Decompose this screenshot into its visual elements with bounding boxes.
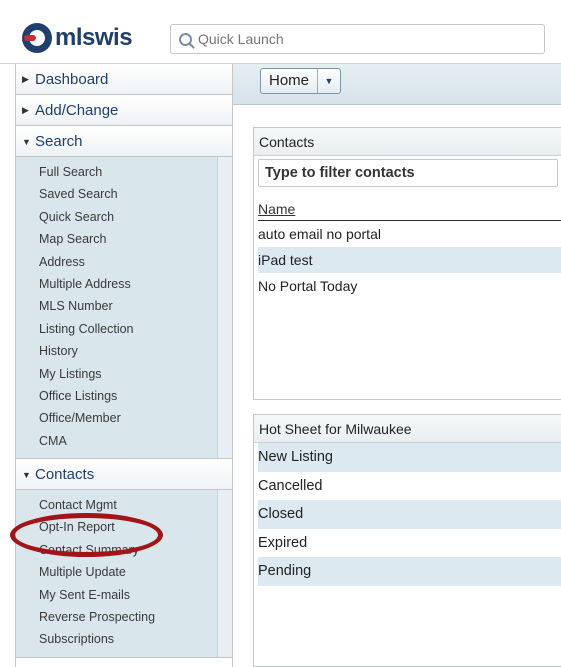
nav-item-subscriptions[interactable]: Subscriptions: [16, 628, 232, 650]
hotsheet-row[interactable]: Expired: [258, 529, 561, 558]
contact-row[interactable]: No Portal Today: [258, 273, 561, 299]
home-button-label: Home: [261, 69, 319, 93]
caret-down-icon: ▼: [22, 469, 31, 480]
nav-item-listing-collection[interactable]: Listing Collection: [16, 318, 232, 340]
nav-item-saved-search[interactable]: Saved Search: [16, 183, 232, 205]
caret-down-icon: ▼: [22, 136, 31, 147]
nav-contacts[interactable]: ▼ Contacts: [16, 459, 232, 491]
name-column-header[interactable]: Name: [258, 201, 561, 221]
contact-row[interactable]: auto email no portal: [258, 221, 561, 247]
home-button[interactable]: Home ▼: [260, 68, 342, 94]
nav-search[interactable]: ▼ Search: [16, 126, 232, 157]
nav-add-change[interactable]: ▶ Add/Change: [16, 95, 232, 126]
nav-item-cma[interactable]: CMA: [16, 430, 232, 452]
hotsheet-panel: Hot Sheet for Milwaukee New Listing Canc…: [253, 414, 561, 667]
nav-item-full-search[interactable]: Full Search: [16, 161, 232, 183]
nav-contacts-label: Contacts: [35, 466, 95, 484]
nav-item-opt-in-report[interactable]: Opt-In Report: [16, 516, 232, 538]
sidebar: ▶ Dashboard ▶ Add/Change ▼ Search Full S…: [15, 64, 233, 667]
nav-item-history[interactable]: History: [16, 340, 232, 362]
nav-dashboard[interactable]: ▶ Dashboard: [16, 64, 232, 95]
search-menu: Full Search Saved Search Quick Search Ma…: [16, 157, 232, 460]
nav-add-change-label: Add/Change: [35, 102, 119, 119]
hotsheet-row[interactable]: New Listing: [258, 443, 561, 472]
nav-item-multiple-address[interactable]: Multiple Address: [16, 273, 232, 295]
hotsheet-panel-title: Hot Sheet for Milwaukee: [254, 415, 561, 443]
caret-right-icon: ▶: [22, 74, 29, 84]
nav-search-label: Search: [35, 133, 83, 150]
contacts-panel: Contacts Type to filter contacts Name au…: [253, 127, 561, 400]
contacts-menu: Contact Mgmt Opt-In Report Contact Summa…: [16, 490, 232, 658]
logo-icon: [22, 23, 52, 53]
nav-dashboard-label: Dashboard: [35, 71, 109, 88]
caret-right-icon: ▶: [22, 105, 29, 115]
quick-launch[interactable]: [170, 24, 545, 54]
chevron-down-icon[interactable]: ▼: [318, 69, 340, 93]
logo[interactable]: mlswis: [22, 22, 133, 54]
nav-item-my-listings[interactable]: My Listings: [16, 363, 232, 385]
top-bar: mlswis: [0, 0, 561, 64]
hotsheet-row[interactable]: Pending: [258, 557, 561, 586]
nav-item-office-member[interactable]: Office/Member: [16, 407, 232, 429]
nav-item-multiple-update[interactable]: Multiple Update: [16, 561, 232, 583]
hotsheet-row[interactable]: Cancelled: [258, 472, 561, 501]
contacts-panel-title: Contacts: [254, 128, 561, 156]
nav-item-reverse-prospecting[interactable]: Reverse Prospecting: [16, 606, 232, 628]
hotsheet-row[interactable]: Closed: [258, 500, 561, 529]
nav-item-office-listings[interactable]: Office Listings: [16, 385, 232, 407]
logo-text: mlswis: [55, 24, 133, 51]
search-icon: [179, 32, 192, 46]
nav-item-contact-summary[interactable]: Contact Summary: [16, 539, 232, 561]
main-content: Home ▼ Contacts Type to filter contacts …: [233, 64, 561, 667]
nav-item-my-sent-emails[interactable]: My Sent E-mails: [16, 584, 232, 606]
contact-row[interactable]: iPad test: [258, 247, 561, 273]
nav-item-map-search[interactable]: Map Search: [16, 228, 232, 250]
nav-item-address[interactable]: Address: [16, 251, 232, 273]
nav-item-contact-mgmt[interactable]: Contact Mgmt: [16, 494, 232, 516]
nav-item-mls-number[interactable]: MLS Number: [16, 295, 232, 317]
contacts-filter-input[interactable]: Type to filter contacts: [258, 159, 558, 187]
quick-launch-input[interactable]: [198, 31, 498, 47]
nav-item-quick-search[interactable]: Quick Search: [16, 206, 232, 228]
main-toolbar: Home ▼: [233, 64, 561, 105]
